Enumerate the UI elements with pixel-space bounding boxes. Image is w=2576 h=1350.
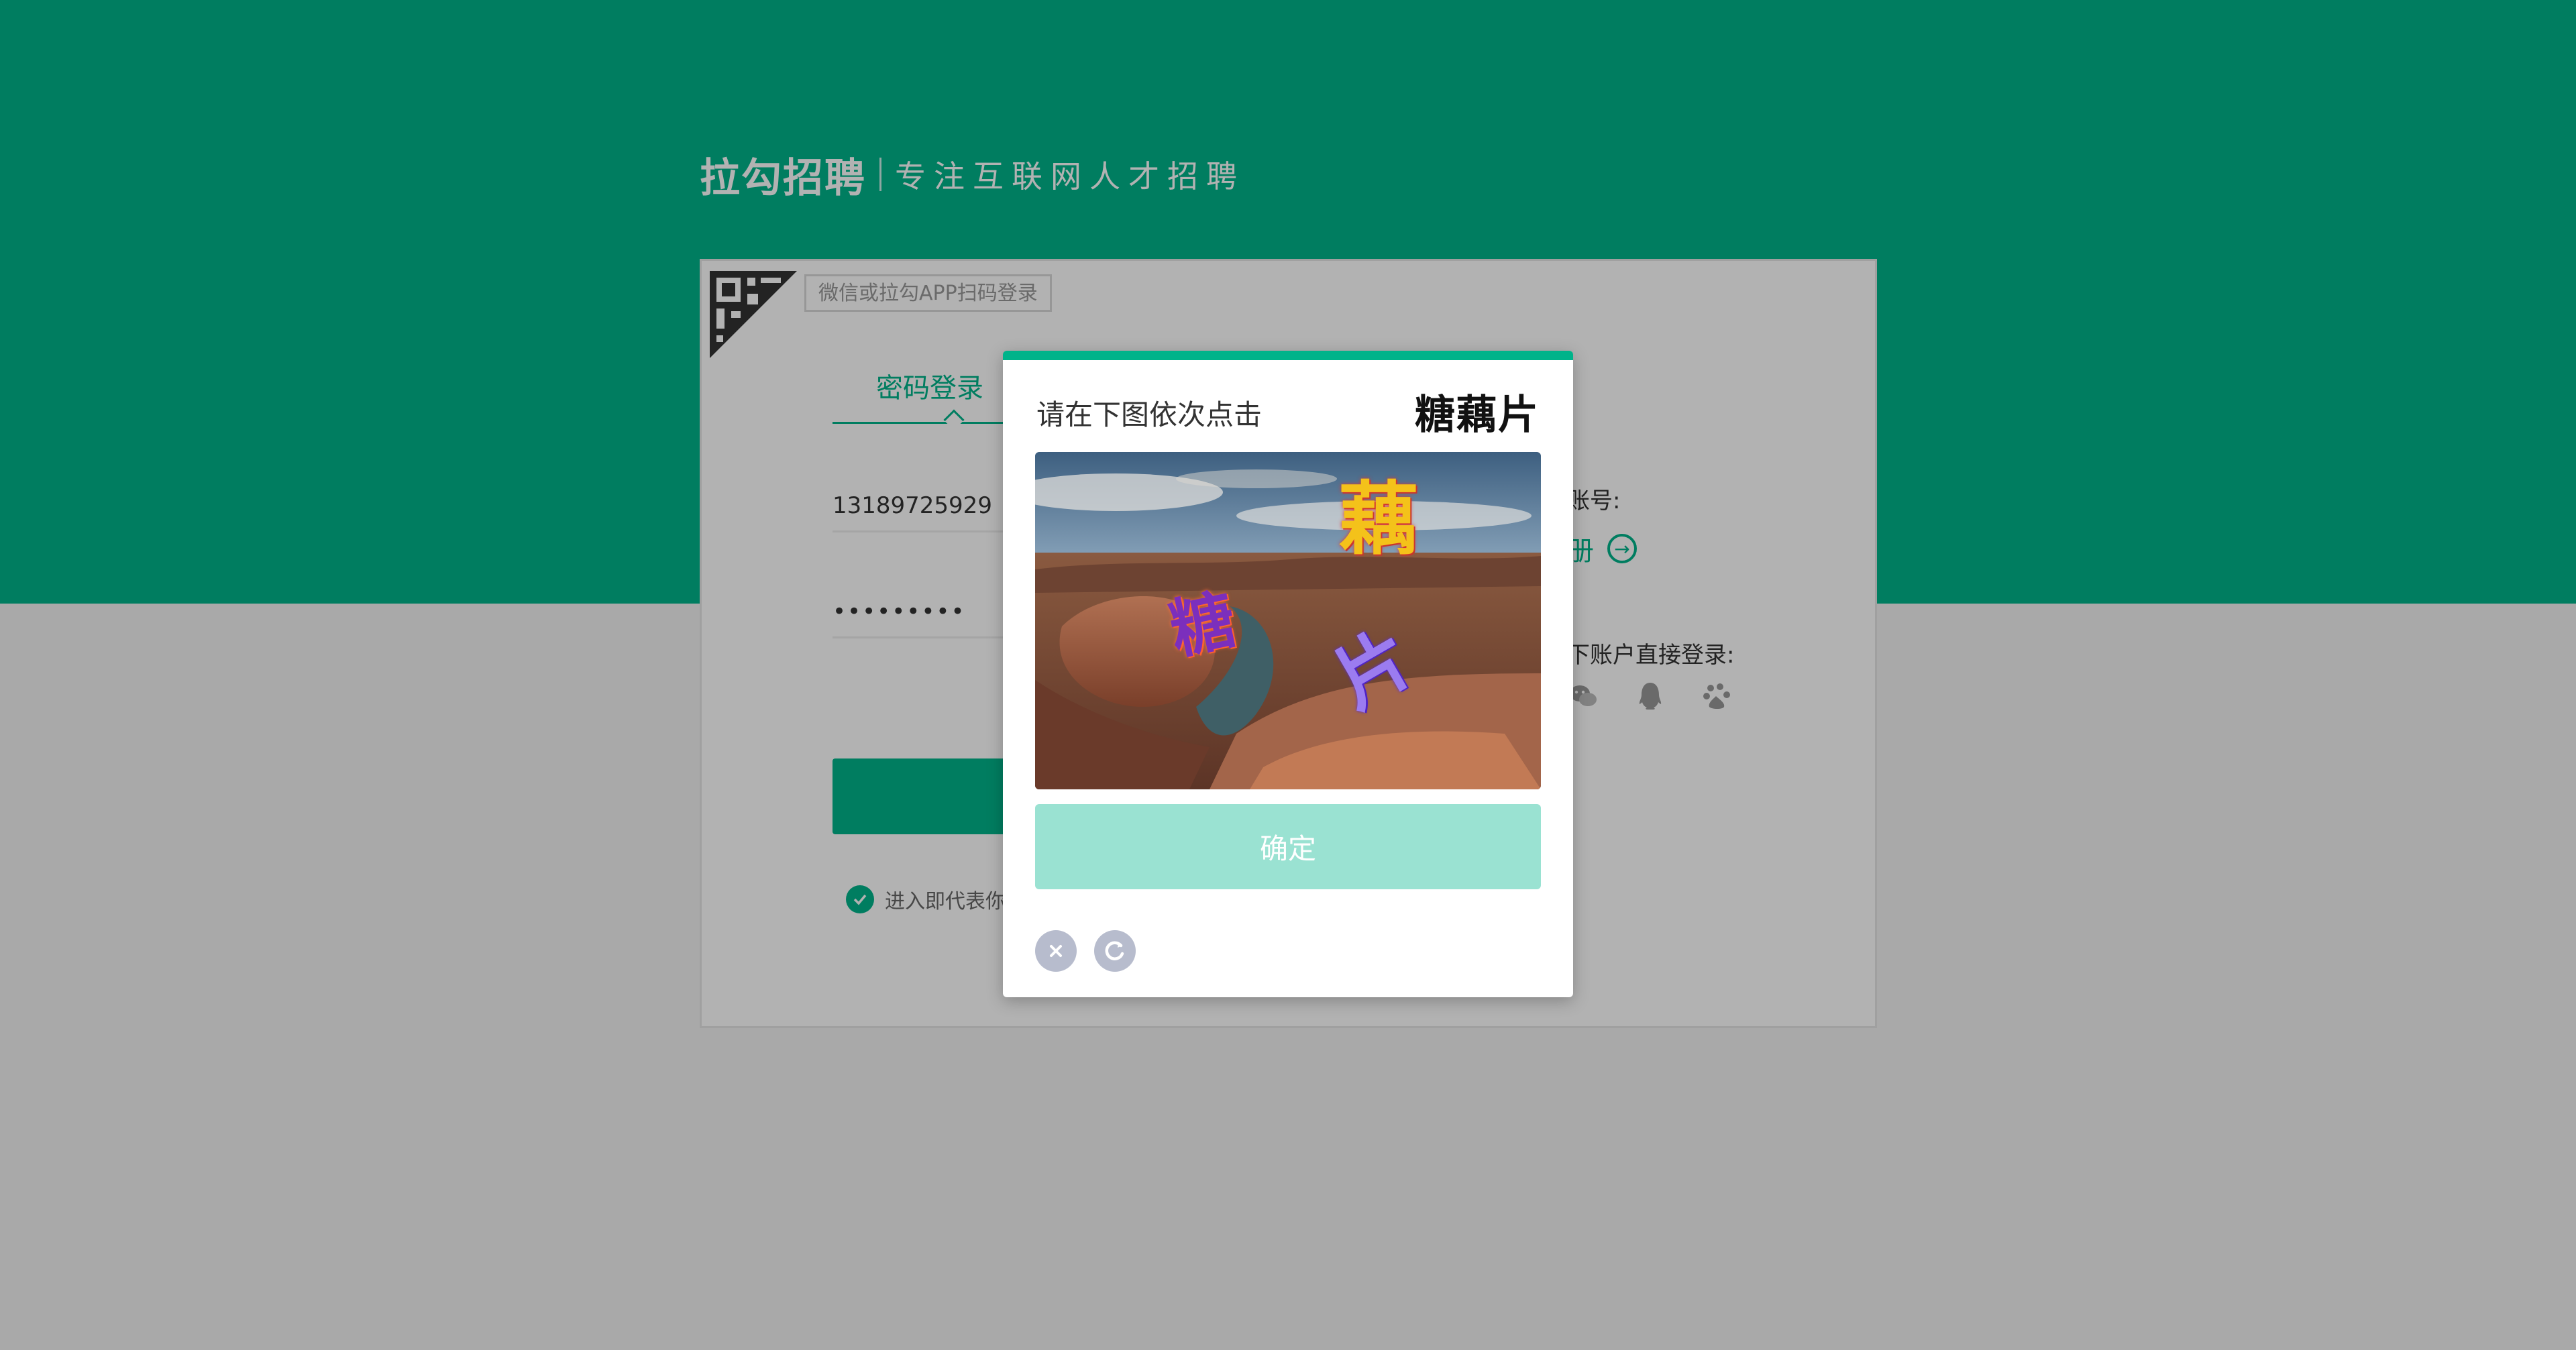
- captcha-instruction: 请在下图依次点击: [1036, 398, 1263, 431]
- canyon-scene: [1035, 452, 1541, 789]
- captcha-image[interactable]: 藕 糖 片: [1035, 452, 1541, 789]
- captcha-char-ou[interactable]: 藕: [1339, 455, 1418, 569]
- close-icon[interactable]: [1035, 930, 1077, 972]
- captcha-icon-row: [1035, 930, 1136, 972]
- captcha-confirm-button[interactable]: 确定: [1035, 804, 1541, 889]
- refresh-icon[interactable]: [1094, 930, 1136, 972]
- captcha-target-chars: 糖藕片: [1415, 392, 1540, 439]
- captcha-dialog: 请在下图依次点击 糖藕片 藕 糖 片 确定: [1003, 351, 1573, 997]
